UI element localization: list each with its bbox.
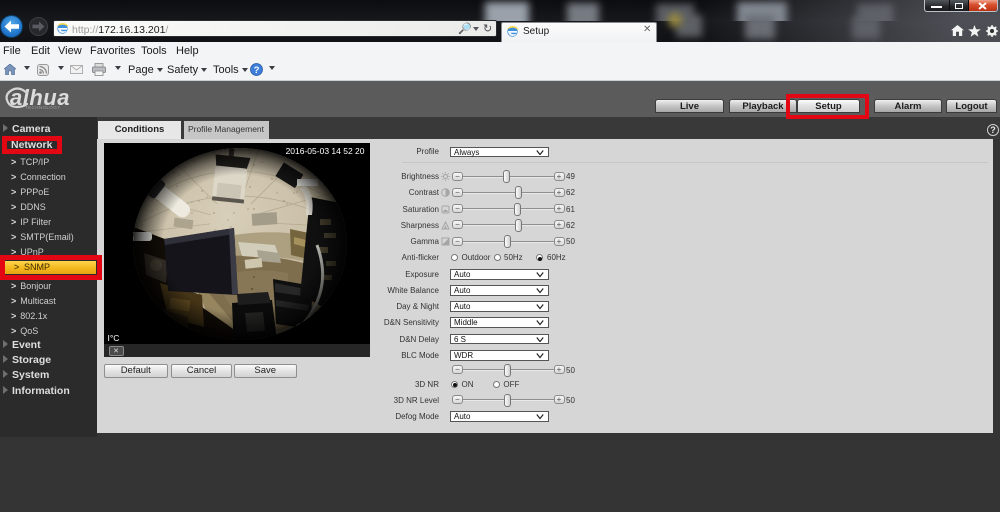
svg-text:?: ? [254, 65, 260, 76]
